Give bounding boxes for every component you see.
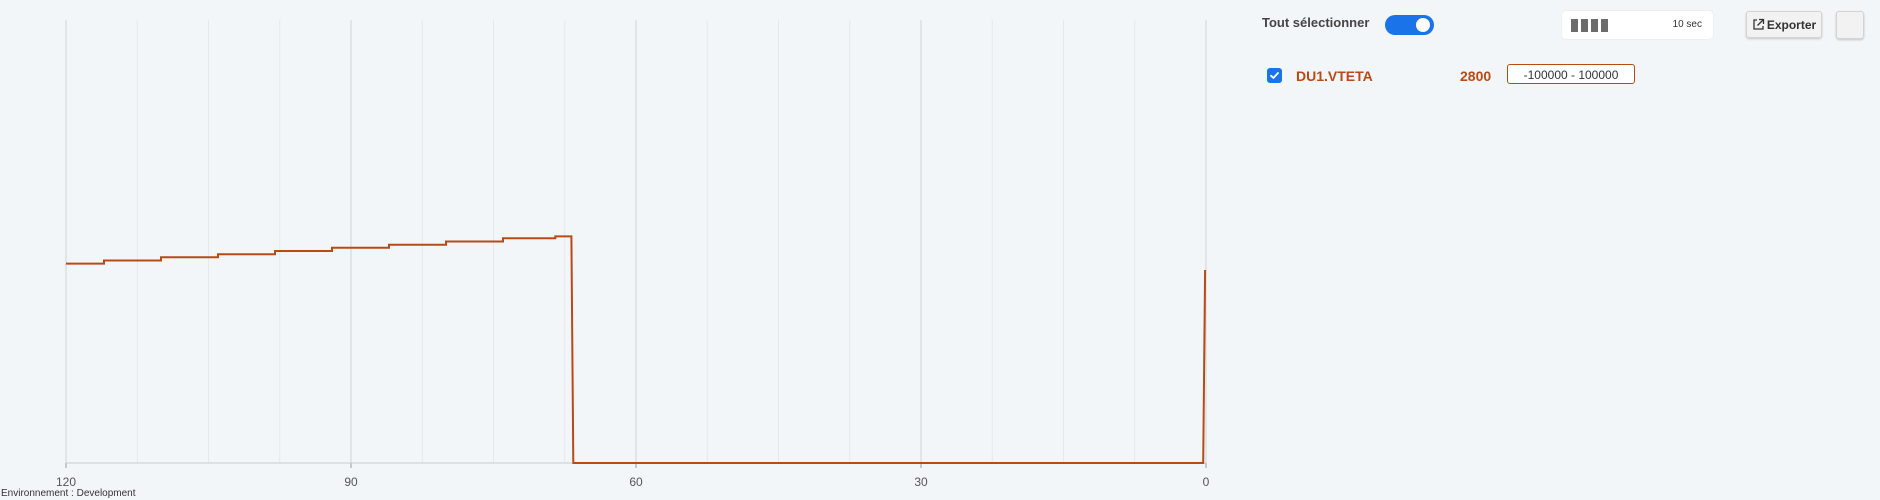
x-tick-label: 90 [344,475,358,489]
select-all-label: Tout sélectionner [1262,15,1370,30]
external-link-icon [1752,18,1765,31]
series-range[interactable]: -100000 - 100000 [1507,64,1635,84]
series-checkbox[interactable] [1267,68,1282,83]
export-button-label: Exporter [1766,17,1817,32]
refresh-interval-bars[interactable] [1571,19,1608,32]
select-all-toggle[interactable] [1385,15,1434,35]
refresh-bar [1591,19,1598,32]
x-tick-label: 120 [56,475,76,489]
options-button[interactable] [1836,11,1864,39]
refresh-bar [1601,19,1608,32]
chart-area[interactable]: 120 90 60 30 0 Environnement : Development [0,0,1230,500]
series-item[interactable]: DU1.VTETA 2800 -100000 - 100000 [1267,64,1767,88]
environment-label: Environnement : Development [1,488,136,499]
export-button[interactable]: Exporter [1746,11,1822,38]
x-tick-label: 0 [1203,475,1210,489]
x-tick-label: 60 [629,475,643,489]
toggle-knob [1416,18,1430,32]
series-value: 2800 [1460,68,1492,84]
check-icon [1270,72,1279,79]
refresh-bar [1581,19,1588,32]
series-name: DU1.VTETA [1296,68,1373,84]
refresh-interval-label: 10 sec [1672,19,1702,30]
refresh-bar [1571,19,1578,32]
refresh-interval-control[interactable]: 10 sec [1562,11,1713,39]
x-tick-label: 30 [914,475,928,489]
chart[interactable]: 120 90 60 30 0 [0,0,1230,500]
